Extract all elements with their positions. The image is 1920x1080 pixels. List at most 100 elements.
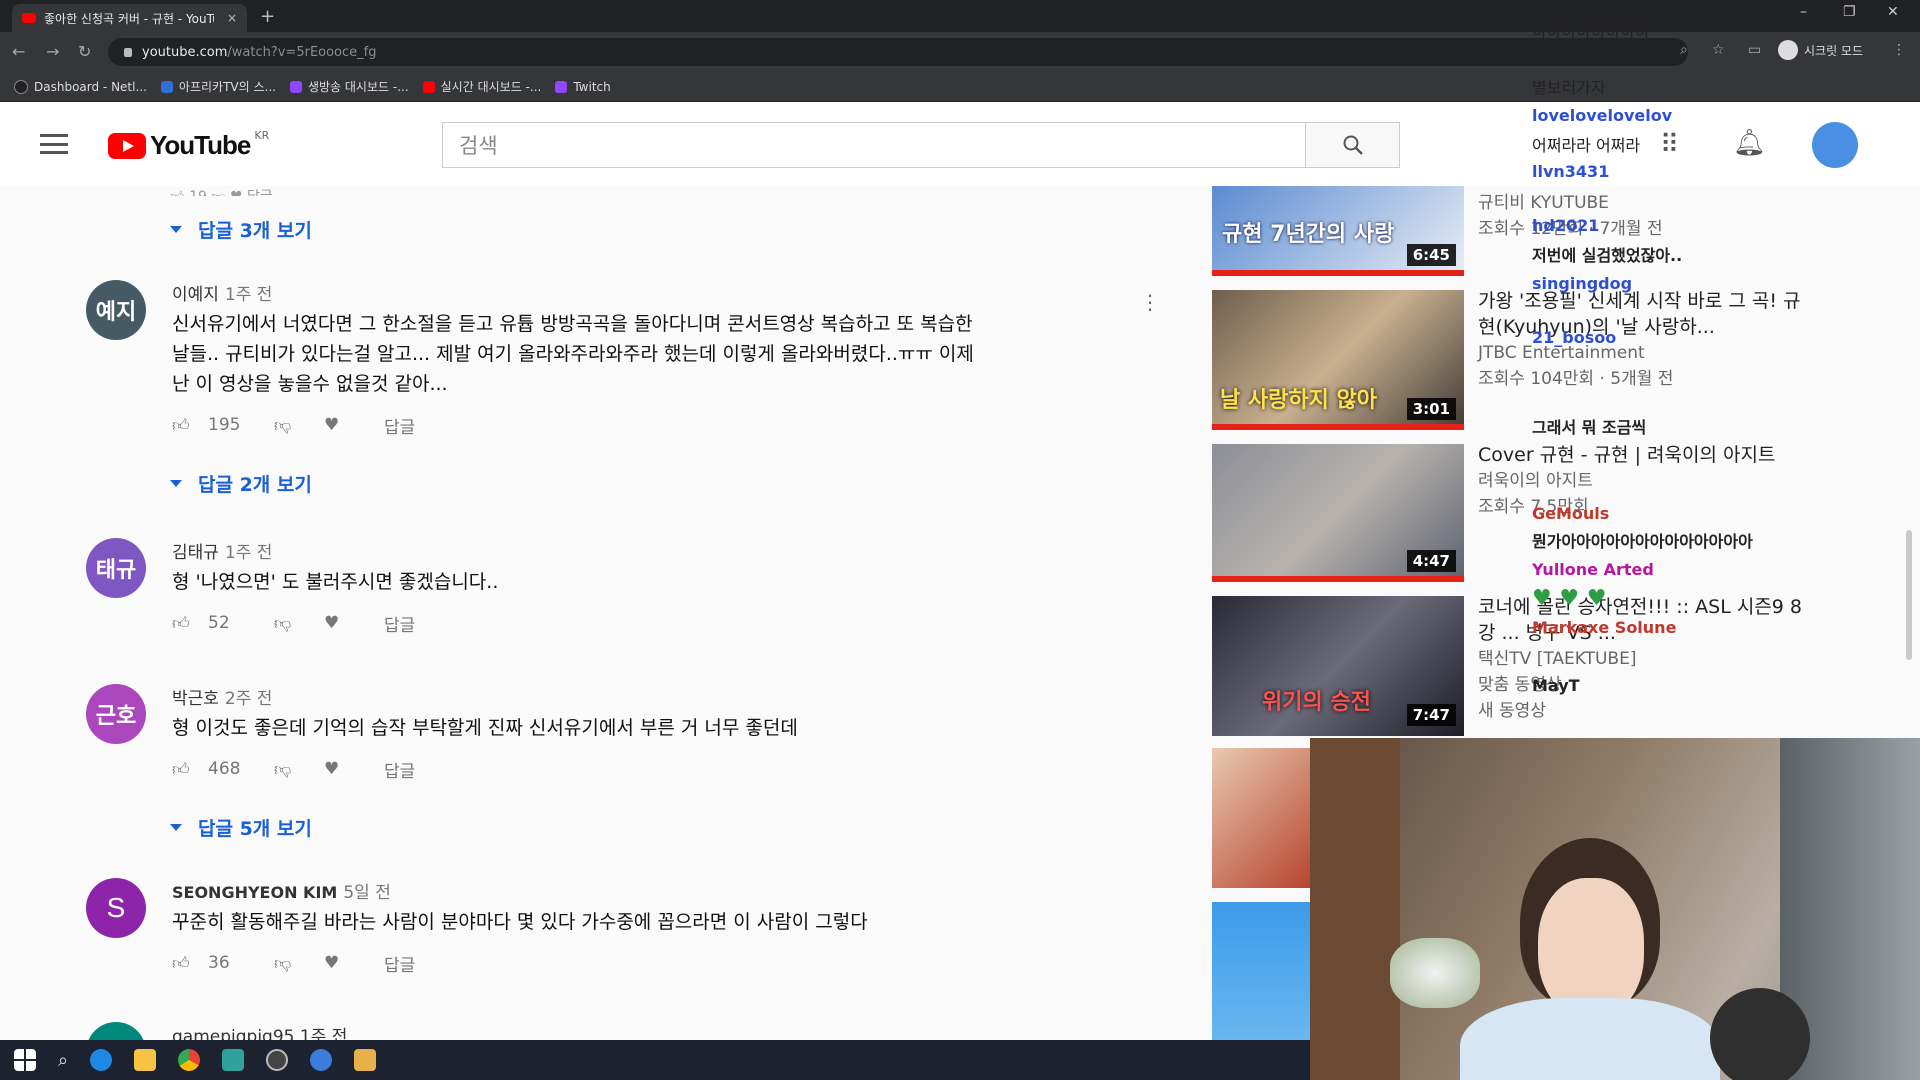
bookmark-item[interactable]: 아프리카TV의 스... — [160, 78, 276, 95]
back-icon[interactable]: ← — [12, 42, 25, 61]
heart-icon[interactable]: ♥ — [324, 415, 384, 435]
app-icon[interactable] — [354, 1049, 377, 1071]
comment-author[interactable]: 이예지 — [172, 285, 219, 305]
comment-time[interactable]: 1주 전 — [225, 285, 273, 305]
bookmark-item[interactable]: Twitch — [555, 79, 611, 94]
bookmark-item[interactable]: Dashboard - Netl... — [14, 79, 147, 94]
previous-comment-actions-clipped: 👍︎ 19 👎︎ ♥ 답글 — [170, 186, 420, 196]
bookmark-favicon-icon — [289, 80, 302, 93]
app-icon[interactable] — [310, 1049, 333, 1071]
bookmark-label: 생방송 대시보드 -... — [307, 80, 409, 94]
youtube-play-icon — [108, 132, 146, 159]
video-thumbnail[interactable] — [1212, 902, 1310, 1040]
video-thumbnail[interactable]: 위기의 승전 7:47 — [1212, 596, 1464, 736]
forward-icon[interactable]: → — [46, 42, 59, 61]
video-duration: 4:47 — [1406, 550, 1456, 572]
chevron-down-icon — [170, 226, 182, 233]
reply-button[interactable]: 답글 — [384, 611, 415, 636]
search-icon — [1343, 135, 1363, 155]
bookmark-label: 아프리카TV의 스... — [178, 80, 276, 94]
region-label: KR — [254, 129, 270, 142]
avatar[interactable]: S — [86, 878, 146, 938]
bookmark-item[interactable]: 실시간 대시보드 -... — [422, 78, 542, 95]
avatar[interactable]: 예지 — [86, 280, 146, 340]
dislike-icon[interactable]: 👎︎ — [274, 759, 324, 780]
reply-button[interactable]: 답글 — [384, 951, 415, 976]
avatar[interactable]: 태규 — [86, 538, 146, 598]
heart-icon[interactable]: ♥ — [324, 759, 384, 779]
comment-text: 꾸준히 활동해주길 바라는 사람이 분야마다 몇 있다 가수중에 꼽으라면 이 … — [172, 911, 868, 933]
search-input[interactable]: 검색 — [442, 122, 1306, 168]
comment-author[interactable]: gamepigpig95 1주 전 — [172, 1027, 347, 1040]
like-count: 36 — [208, 953, 230, 973]
view-replies-button[interactable]: 답글 5개 보기 — [170, 814, 312, 841]
chat-username: Markaxe Solune — [1532, 618, 1677, 637]
chat-username: GeMouls — [1532, 504, 1610, 523]
webcam-overlay — [1310, 738, 1920, 1080]
app-icon[interactable] — [222, 1049, 245, 1071]
chat-message: 저번에 실검했었잖아.. — [1532, 246, 1683, 265]
chat-message: 뭔가아아아아아아아아아아아아아 — [1532, 532, 1753, 551]
os-taskbar: ⌕ — [0, 1040, 1310, 1080]
search-button[interactable] — [1306, 122, 1400, 168]
chrome-icon[interactable] — [178, 1049, 201, 1071]
reload-icon[interactable]: ↻ — [78, 42, 91, 61]
bookmark-label: Twitch — [573, 79, 611, 94]
video-thumbnail[interactable]: 4:47 — [1212, 444, 1464, 582]
video-thumbnail[interactable] — [1212, 748, 1310, 888]
dislike-icon[interactable]: 👎︎ — [274, 953, 324, 974]
chat-username: lovelovelovelov — [1532, 106, 1673, 125]
comment-time[interactable]: 2주 전 — [225, 689, 273, 709]
bookmark-favicon-icon — [422, 80, 435, 93]
streamer-face — [1538, 878, 1644, 1018]
dislike-icon[interactable]: 👎︎ — [274, 415, 324, 436]
like-icon[interactable]: 👍︎ — [172, 759, 196, 780]
search-icon[interactable]: ⌕ — [58, 1050, 68, 1071]
watched-progress-bar — [1212, 576, 1464, 582]
obs-icon[interactable] — [266, 1049, 289, 1071]
heart-icon[interactable]: ♥ — [324, 953, 384, 973]
like-count: 52 — [208, 613, 230, 633]
view-replies-button[interactable]: 답글 3개 보기 — [170, 216, 312, 243]
file-explorer-icon[interactable] — [134, 1049, 157, 1071]
youtube-logo[interactable]: YouTube KR — [108, 129, 270, 161]
view-replies-button[interactable]: 답글 2개 보기 — [170, 470, 312, 497]
thumbnail-text: 위기의 승전 — [1262, 690, 1371, 715]
comment-author[interactable]: SEONGHYEON KIM — [172, 883, 337, 902]
comment-time[interactable]: 5일 전 — [343, 883, 391, 903]
bookmark-favicon-icon — [160, 80, 173, 93]
chat-username: llvn3431 — [1532, 162, 1610, 181]
start-icon[interactable] — [14, 1049, 36, 1071]
stream-chat-overlay: 하하하하하하하하 별보러가자 lovelovelovelov 어쩌라라 어쩌라 … — [1528, 0, 1920, 738]
avatar[interactable]: 근호 — [86, 684, 146, 744]
bookmark-label: 실시간 대시보드 -... — [440, 80, 542, 94]
address-bar[interactable]: youtube.com /watch?v=5rEoooce_fg — [108, 38, 1688, 66]
comments-section: 👍︎ 19 👎︎ ♥ 답글 답글 3개 보기 예지 이예지 1주 전 신서유기에서… — [0, 186, 1212, 1040]
reply-button[interactable]: 답글 — [384, 413, 415, 438]
like-icon[interactable]: 👍︎ — [172, 415, 196, 436]
browser-tab[interactable]: 좋아한 신청곡 커버 - 규현 - YouTube × — [12, 4, 247, 32]
chat-message: 별보러가자 — [1532, 78, 1606, 97]
comment-author[interactable]: 김태규 — [172, 543, 219, 563]
chat-username: MayT — [1532, 676, 1580, 695]
like-icon[interactable]: 👍︎ — [172, 613, 196, 634]
video-thumbnail[interactable]: 규현 7년간의 사랑 6:45 — [1212, 186, 1464, 276]
menu-icon[interactable] — [40, 134, 68, 154]
bookmark-item[interactable]: 생방송 대시보드 -... — [289, 78, 409, 95]
comment-time[interactable]: 1주 전 — [225, 543, 273, 563]
lock-icon — [124, 47, 132, 57]
avatar[interactable] — [86, 1022, 146, 1040]
address-host: youtube.com — [142, 44, 228, 60]
comment-author[interactable]: 박근호 — [172, 689, 219, 709]
dislike-icon[interactable]: 👎︎ — [274, 613, 324, 634]
comment-menu-icon[interactable]: ⋮ — [1140, 290, 1160, 314]
edge-icon[interactable] — [90, 1049, 113, 1071]
heart-icon[interactable]: ♥ — [324, 613, 384, 633]
chat-message: 어쩌라라 어쩌라 — [1532, 136, 1641, 155]
chat-username: Yullone Arted — [1532, 560, 1654, 579]
new-tab-button[interactable]: + — [260, 6, 275, 27]
tab-close-icon[interactable]: × — [227, 11, 237, 25]
reply-button[interactable]: 답글 — [384, 757, 415, 782]
video-thumbnail[interactable]: 날 사랑하지 않아 3:01 — [1212, 290, 1464, 430]
like-icon[interactable]: 👍︎ — [172, 953, 196, 974]
